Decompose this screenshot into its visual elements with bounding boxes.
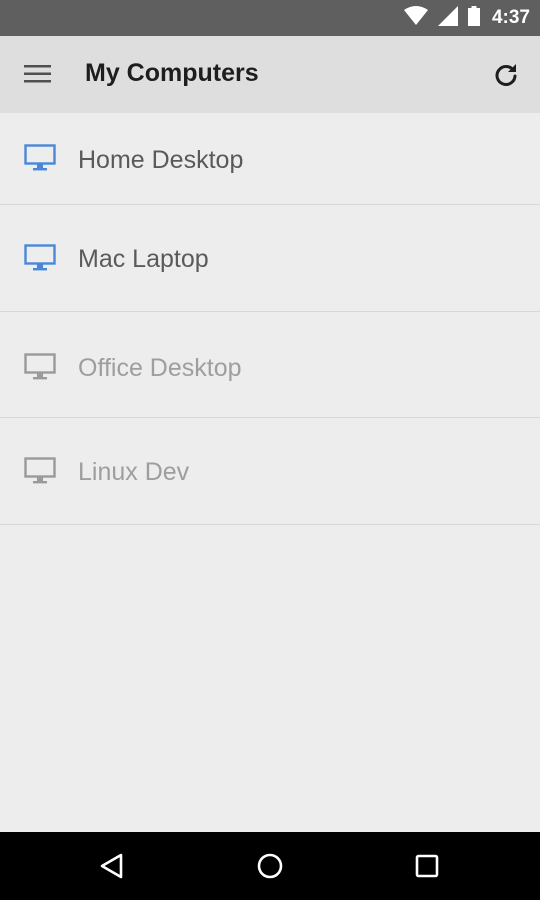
home-icon[interactable]	[230, 832, 310, 900]
computer-row[interactable]: Mac Laptop	[0, 205, 540, 312]
navigation-bar	[0, 832, 540, 900]
monitor-icon	[24, 353, 56, 381]
computer-name: Home Desktop	[78, 146, 244, 174]
computer-row[interactable]: Office Desktop	[0, 312, 540, 418]
back-icon[interactable]	[72, 832, 152, 900]
app-toolbar: My Computers	[0, 36, 540, 113]
monitor-icon	[24, 144, 56, 172]
recents-icon[interactable]	[387, 832, 467, 900]
screen: 4:37 My Computers Home Desktop Mac Lapto…	[0, 0, 540, 900]
signal-icon	[437, 5, 458, 31]
computer-name: Office Desktop	[78, 354, 242, 382]
computer-name: Linux Dev	[78, 458, 190, 486]
hamburger-menu-icon[interactable]	[24, 63, 54, 87]
wifi-icon	[403, 5, 428, 31]
monitor-icon	[24, 244, 56, 272]
refresh-icon[interactable]	[492, 61, 520, 89]
computer-row[interactable]: Home Desktop	[0, 113, 540, 205]
status-time: 4:37	[491, 7, 530, 28]
status-bar: 4:37	[0, 0, 540, 36]
page-title: My Computers	[85, 59, 259, 87]
computer-name: Mac Laptop	[78, 245, 209, 273]
computer-list: Home Desktop Mac Laptop Office Desktop L…	[0, 113, 540, 525]
monitor-icon	[24, 457, 56, 485]
status-icons: 4:37	[403, 0, 530, 36]
computer-row[interactable]: Linux Dev	[0, 418, 540, 525]
battery-icon	[467, 5, 480, 31]
